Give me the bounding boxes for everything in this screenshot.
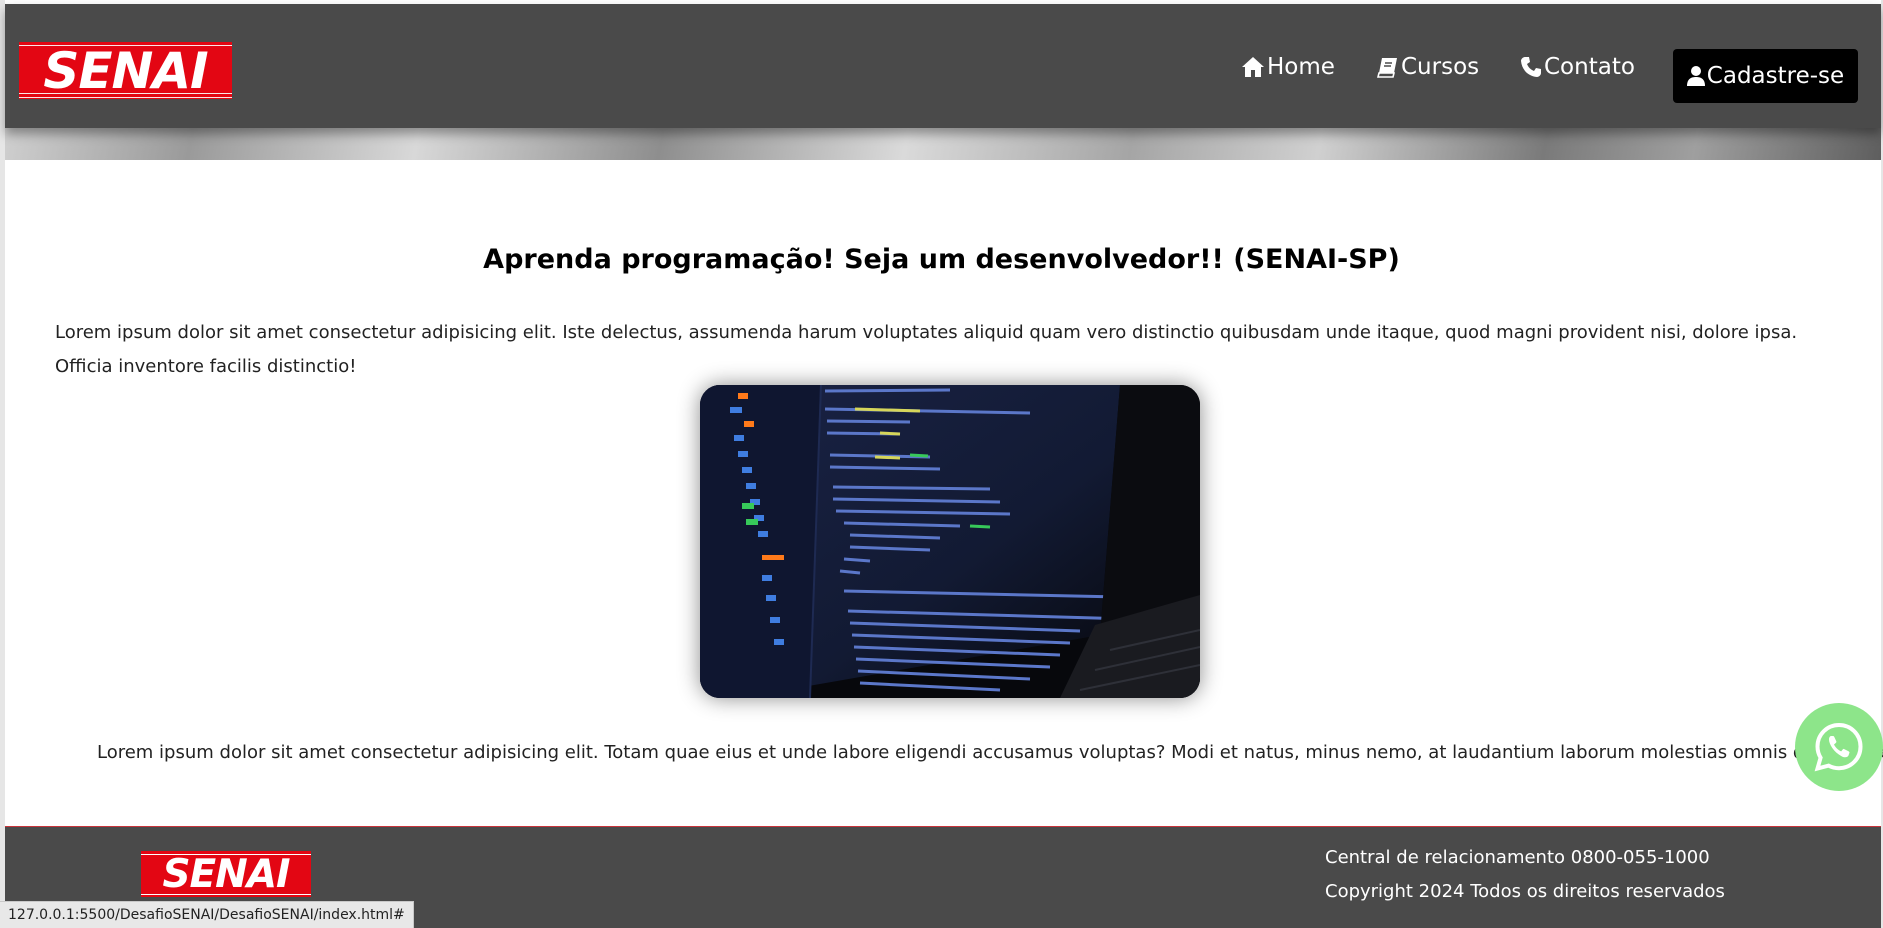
user-icon [1686,66,1705,86]
footer-copyright-line: Copyright 2024 Todos os direitos reserva… [1325,881,1725,902]
browser-status-url: 127.0.0.1:5500/DesafioSENAI/DesafioSENAI… [0,901,414,928]
phone-icon [1521,57,1541,77]
intro-paragraph: Lorem ipsum dolor sit amet consectetur a… [55,322,1798,377]
whatsapp-button[interactable] [1795,703,1883,791]
hero-banner-image [5,128,1881,160]
footer-logo-text: SENAI [141,852,311,897]
nav-cursos-link[interactable]: Cursos [1377,54,1479,80]
footer-senai-logo: SENAI [141,851,311,897]
cadastre-se-label: Cadastre-se [1706,63,1845,89]
nav-contato-link[interactable]: Contato [1520,54,1635,80]
logo-text: SENAI [19,42,232,99]
nav-home-label: Home [1267,54,1335,80]
home-icon [1242,57,1264,77]
site-header: SENAI Home Cursos Contato Cadastre-se [5,4,1881,128]
nav-cursos-label: Cursos [1401,54,1480,80]
page-title: Aprenda programação! Seja um desenvolved… [483,244,1400,276]
nav-contato-label: Contato [1544,54,1635,80]
nav-home-link[interactable]: Home [1241,54,1335,80]
footer-contact-line: Central de relacionamento 0800-055-1000 [1325,847,1710,868]
whatsapp-icon [1814,722,1863,772]
page: SENAI Home Cursos Contato Cadastre-se Ap… [0,0,1883,928]
senai-logo[interactable]: SENAI [19,42,232,99]
outro-paragraph: Lorem ipsum dolor sit amet consectetur a… [97,742,1883,763]
book-icon [1377,58,1397,78]
cadastre-se-button[interactable]: Cadastre-se [1673,49,1858,103]
code-laptop-image [700,385,1200,698]
